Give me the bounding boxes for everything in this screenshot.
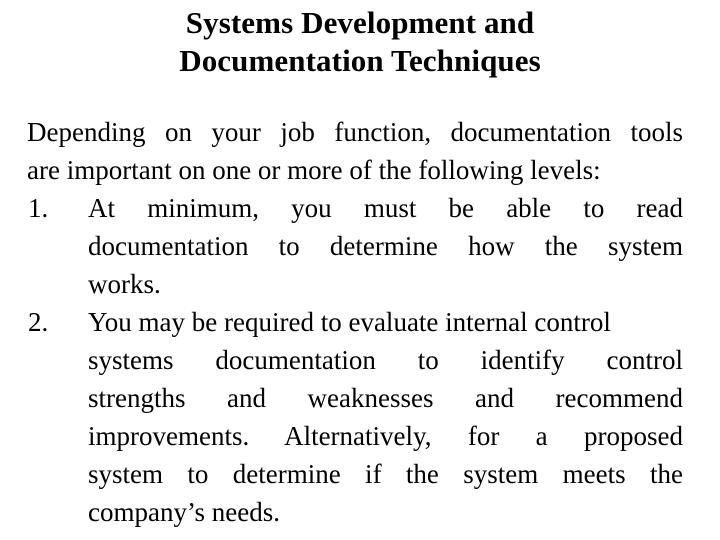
title-line-2: Documentation Techniques	[179, 43, 541, 78]
list-item-marker: 1.	[28, 193, 49, 223]
list-item-2-line-1: You may be required to evaluate internal…	[88, 307, 611, 337]
list-item-2-line-6: company’s needs.	[88, 497, 280, 527]
list-item-1-line-1: At minimum, you must be able to read	[88, 193, 683, 223]
list-item-2-line-4: improvements. Alternatively, for a propo…	[88, 421, 683, 451]
page-title: Systems Development and Documentation Te…	[0, 4, 720, 80]
list-item: 1. At minimum, you must be able to read …	[27, 189, 683, 303]
slide: Systems Development and Documentation Te…	[0, 0, 720, 540]
intro-line-1: Depending on your job function, document…	[27, 117, 683, 147]
list-item-1-line-2: documentation to determine how the syste…	[88, 231, 683, 261]
list-item: 2. You may be required to evaluate inter…	[27, 303, 683, 531]
title-line-1: Systems Development and	[185, 5, 535, 40]
list-item-marker: 2.	[28, 307, 49, 337]
list-item-text: At minimum, you must be able to read doc…	[88, 189, 683, 303]
list-item-2-line-2: systems documentation to identify contro…	[88, 345, 683, 375]
intro-line-2: are important on one or more of the foll…	[27, 155, 601, 185]
list-item-1-line-3: works.	[88, 269, 161, 299]
list-item-2-line-5: system to determine if the system meets …	[88, 459, 683, 489]
list-item-text: You may be required to evaluate internal…	[88, 303, 683, 531]
slide-body: Depending on your job function, document…	[27, 113, 683, 531]
numbered-list: 1. At minimum, you must be able to read …	[27, 189, 683, 531]
intro-paragraph: Depending on your job function, document…	[27, 113, 683, 189]
list-item-2-line-3: strengths and weaknesses and recommend	[88, 383, 683, 413]
